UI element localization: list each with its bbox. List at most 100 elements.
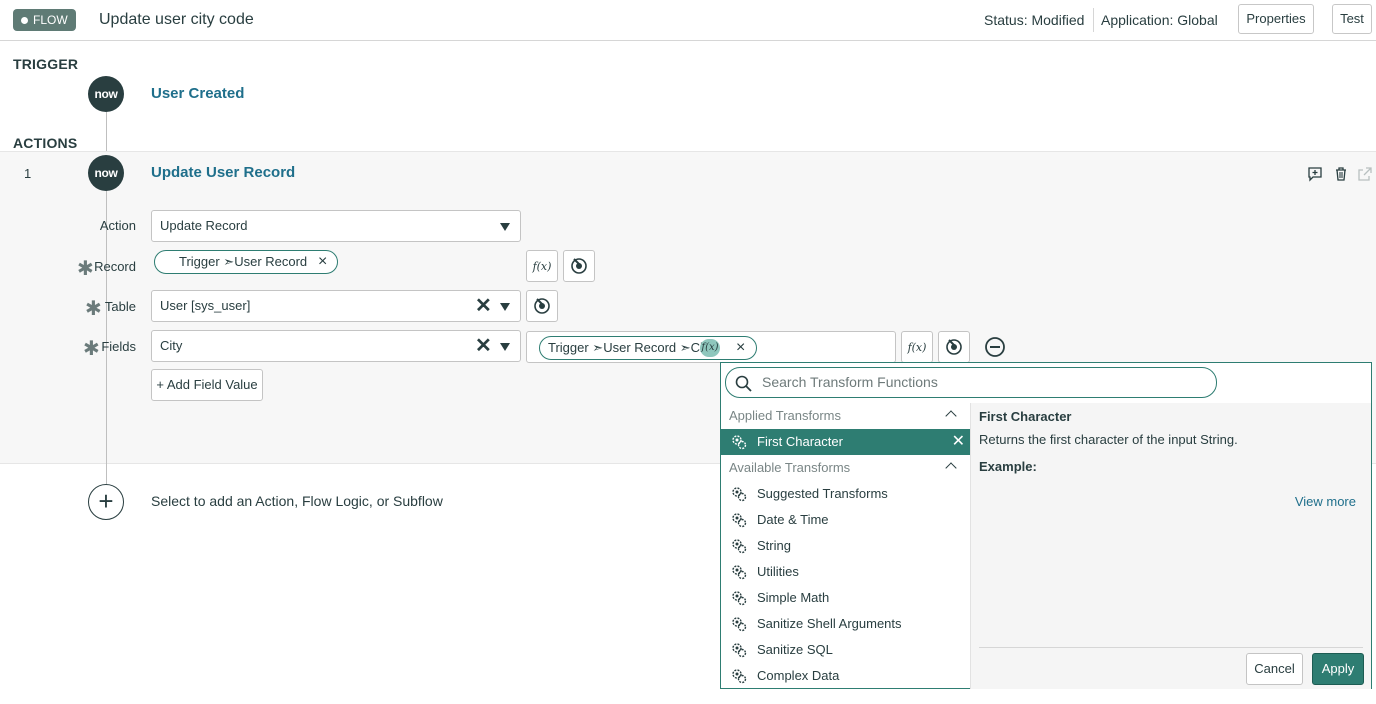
- available-transforms-header[interactable]: Available Transforms: [721, 455, 970, 481]
- properties-button[interactable]: Properties: [1238, 4, 1314, 34]
- detail-title: First Character: [979, 409, 1072, 424]
- data-picker-button[interactable]: [563, 250, 595, 282]
- dropdown-arrow-icon[interactable]: [500, 223, 510, 231]
- action-index: 1: [24, 166, 32, 181]
- transform-functions-panel: Search Transform Functions Applied Trans…: [720, 362, 1372, 689]
- available-transform-label: Simple Math: [757, 590, 830, 605]
- fields-select-value: City: [160, 338, 183, 353]
- header-divider: [1093, 8, 1094, 32]
- test-button[interactable]: Test: [1332, 4, 1372, 34]
- add-comment-icon[interactable]: [1307, 166, 1323, 182]
- remove-field-icon[interactable]: [984, 336, 1006, 358]
- table-field-label: Table: [104, 299, 136, 314]
- available-transform-item[interactable]: Sanitize Shell Arguments: [721, 611, 970, 637]
- available-transform-label: Utilities: [757, 564, 799, 579]
- gears-icon: [732, 669, 747, 684]
- now-logo-icon: now: [88, 155, 124, 191]
- status-text: Status: Modified: [984, 12, 1085, 28]
- flow-header: FLOW Update user city code Status: Modif…: [0, 0, 1376, 41]
- available-transform-label: Complex Data: [757, 668, 840, 683]
- example-label: Example:: [979, 459, 1037, 474]
- gears-icon: [732, 565, 747, 580]
- search-input[interactable]: Search Transform Functions: [725, 367, 1217, 398]
- data-picker-button[interactable]: [938, 331, 970, 363]
- data-picker-icon: [946, 339, 962, 355]
- gears-icon: [732, 591, 747, 606]
- chevron-up-icon[interactable]: [945, 462, 957, 474]
- available-transform-item[interactable]: Simple Math: [721, 585, 970, 611]
- clear-icon[interactable]: ✕: [475, 296, 492, 316]
- gears-icon: [732, 539, 747, 554]
- search-placeholder: Search Transform Functions: [762, 374, 938, 390]
- available-transform-item[interactable]: Utilities: [721, 559, 970, 585]
- field-value-input[interactable]: Trigger ➣User Record ➣City f(x) ×: [526, 331, 896, 363]
- actions-section-label: ACTIONS: [13, 135, 78, 151]
- trigger-section-label: TRIGGER: [13, 56, 79, 72]
- data-picker-button[interactable]: [526, 290, 558, 322]
- remove-pill-icon[interactable]: ×: [736, 340, 745, 356]
- transform-fx-badge-icon[interactable]: f(x): [700, 339, 720, 357]
- table-select[interactable]: User [sys_user] ✕: [151, 290, 521, 322]
- cancel-button[interactable]: Cancel: [1246, 653, 1303, 685]
- gears-icon: [732, 487, 747, 502]
- transform-detail: First Character Returns the first charac…: [971, 403, 1371, 689]
- available-transform-item[interactable]: Suggested Transforms: [721, 481, 970, 507]
- remove-pill-icon[interactable]: ×: [318, 254, 327, 270]
- available-transform-label: Date & Time: [757, 512, 829, 527]
- action-select[interactable]: Update Record: [151, 210, 521, 242]
- search-icon: [735, 375, 752, 392]
- status-dot-icon: [21, 16, 28, 24]
- add-field-value-button[interactable]: + Add Field Value: [151, 369, 263, 401]
- open-external-icon[interactable]: [1357, 166, 1373, 182]
- record-pill-text: Trigger ➣User Record: [179, 254, 308, 269]
- now-logo-icon: now: [88, 76, 124, 112]
- chevron-up-icon[interactable]: [945, 410, 957, 422]
- applied-transforms-header[interactable]: Applied Transforms: [721, 403, 970, 429]
- dropdown-arrow-icon[interactable]: [500, 343, 510, 351]
- city-pill-text: Trigger ➣User Record ➣City: [548, 340, 714, 355]
- flow-title[interactable]: Update user city code: [99, 9, 254, 31]
- action-field-label: Action: [99, 218, 136, 233]
- divider: [979, 647, 1363, 648]
- available-transform-item[interactable]: Complex Data: [721, 663, 970, 689]
- trigger-title[interactable]: User Created: [151, 85, 244, 102]
- flow-badge-label: FLOW: [33, 13, 68, 27]
- action-title[interactable]: Update User Record: [151, 164, 295, 181]
- view-more-link[interactable]: View more: [1295, 494, 1356, 509]
- available-transform-label: Suggested Transforms: [757, 486, 888, 501]
- apply-button[interactable]: Apply: [1312, 653, 1364, 685]
- gears-icon: [732, 643, 747, 658]
- delete-icon[interactable]: [1333, 166, 1349, 182]
- applied-transforms-label: Applied Transforms: [729, 408, 841, 423]
- remove-transform-icon[interactable]: ✕: [952, 429, 965, 455]
- available-transform-item[interactable]: Date & Time: [721, 507, 970, 533]
- connector-line: [106, 112, 107, 152]
- gears-icon: [732, 617, 747, 632]
- record-field-label: Record: [94, 259, 136, 274]
- available-transforms-label: Available Transforms: [729, 460, 851, 475]
- applied-transform-label: First Character: [757, 434, 843, 449]
- fields-select[interactable]: City ✕: [151, 330, 521, 362]
- available-transform-item[interactable]: Sanitize SQL: [721, 637, 970, 663]
- fields-field-label: Fields: [101, 339, 136, 354]
- flow-badge: FLOW: [13, 9, 76, 31]
- add-step-button[interactable]: +: [88, 484, 124, 520]
- gears-icon: [732, 435, 747, 450]
- available-transform-label: String: [757, 538, 791, 553]
- record-data-pill[interactable]: Trigger ➣User Record ×: [154, 250, 338, 274]
- application-text: Application: Global: [1101, 12, 1218, 28]
- available-transform-label: Sanitize Shell Arguments: [757, 616, 902, 631]
- detail-description: Returns the first character of the input…: [979, 432, 1238, 447]
- city-data-pill[interactable]: Trigger ➣User Record ➣City f(x) ×: [539, 336, 757, 360]
- applied-transform-item[interactable]: First Character ✕: [721, 429, 970, 455]
- add-step-label[interactable]: Select to add an Action, Flow Logic, or …: [151, 493, 443, 509]
- available-transform-label: Sanitize SQL: [757, 642, 833, 657]
- action-select-value: Update Record: [160, 218, 248, 233]
- available-transform-item[interactable]: String: [721, 533, 970, 559]
- table-select-value: User [sys_user]: [160, 298, 251, 313]
- dropdown-arrow-icon[interactable]: [500, 303, 510, 311]
- clear-icon[interactable]: ✕: [475, 336, 492, 356]
- fx-button[interactable]: f(x): [901, 331, 933, 363]
- connector-line: [106, 464, 107, 484]
- fx-button[interactable]: f(x): [526, 250, 558, 282]
